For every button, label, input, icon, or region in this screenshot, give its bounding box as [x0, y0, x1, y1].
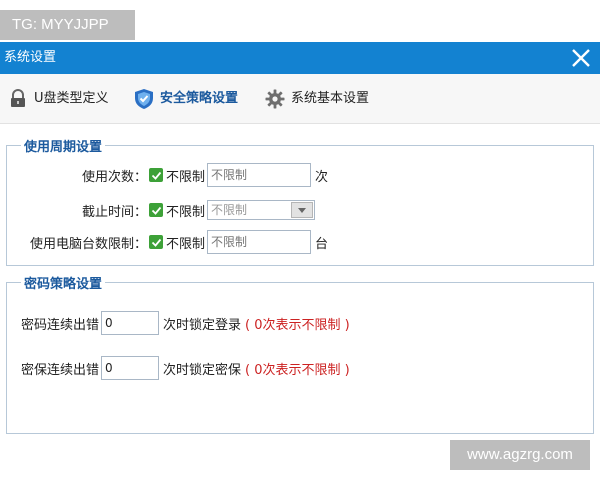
close-icon[interactable] — [570, 47, 592, 69]
security-question-error-suffix: 次时锁定密保 — [163, 362, 242, 378]
usage-count-unit: 次 — [315, 169, 329, 185]
tab-basic-settings[interactable]: 系统基本设置 — [265, 74, 369, 124]
watermark-bottom: www.agzrg.com — [450, 440, 590, 470]
usage-count-input[interactable] — [207, 163, 312, 187]
tab-usb-type[interactable]: U盘类型定义 — [8, 74, 109, 124]
password-policy-panel: 密码策略设置 密码连续出错 次时锁定登录 ( 0次表示不限制 ) 密保连续出错 … — [6, 273, 594, 434]
security-question-error-input[interactable] — [101, 356, 160, 380]
password-error-label: 密码连续出错 — [21, 317, 100, 333]
chevron-down-icon — [298, 208, 307, 213]
check-icon — [151, 171, 161, 180]
window-title: 系统设置 — [4, 50, 57, 65]
lock-icon — [11, 89, 25, 107]
tab-security-policy-label: 安全策略设置 — [160, 91, 239, 106]
deadline-select-value: 不限制 — [211, 203, 248, 217]
security-question-error-hint: ( 0次表示不限制 ) — [245, 362, 350, 378]
security-question-error-label: 密保连续出错 — [21, 362, 100, 378]
usage-count-label: 使用次数： — [81, 169, 147, 185]
tab-security-policy[interactable]: 安全策略设置 — [134, 74, 238, 124]
password-error-row: 密码连续出错 次时锁定登录 ( 0次表示不限制 ) — [21, 311, 350, 335]
gear-icon — [265, 89, 285, 109]
tab-usb-type-label: U盘类型定义 — [34, 91, 109, 106]
password-error-suffix: 次时锁定登录 — [163, 317, 242, 333]
tab-basic-settings-label: 系统基本设置 — [291, 91, 370, 106]
deadline-checkbox-label: 不限制 — [166, 204, 206, 220]
usage-period-legend: 使用周期设置 — [21, 136, 106, 155]
dropdown-arrow[interactable] — [291, 202, 314, 218]
password-error-input[interactable] — [101, 311, 160, 335]
pc-limit-unit: 台 — [315, 236, 329, 252]
pc-limit-checkbox[interactable] — [149, 235, 163, 249]
security-question-error-row: 密保连续出错 次时锁定密保 ( 0次表示不限制 ) — [21, 356, 350, 380]
deadline-checkbox[interactable] — [149, 203, 163, 217]
password-policy-legend: 密码策略设置 — [21, 273, 106, 292]
check-icon — [151, 238, 161, 247]
usage-count-checkbox-label: 不限制 — [166, 169, 206, 185]
shield-icon — [135, 89, 153, 109]
usage-count-checkbox[interactable] — [149, 168, 163, 182]
usage-period-panel: 使用周期设置 使用次数： 不限制 次 截止时间： 不限制 不限制 使用电脑台数限… — [6, 136, 594, 266]
deadline-row: 截止时间： 不限制 不限制 — [7, 198, 316, 222]
usage-count-row: 使用次数： 不限制 次 — [7, 163, 328, 187]
title-bar: 系统设置 — [0, 42, 600, 74]
deadline-select[interactable]: 不限制 — [207, 200, 316, 220]
pc-limit-label: 使用电脑台数限制： — [29, 236, 147, 252]
check-icon — [151, 206, 161, 215]
deadline-label: 截止时间： — [81, 204, 147, 220]
pc-limit-checkbox-label: 不限制 — [166, 236, 206, 252]
pc-limit-row: 使用电脑台数限制： 不限制 台 — [7, 230, 328, 254]
toolbar: U盘类型定义 安全策略设置 系统基本设置 — [0, 74, 600, 124]
watermark-top: TG: MYYJJPP — [0, 10, 135, 40]
pc-limit-input[interactable] — [207, 230, 312, 254]
password-error-hint: ( 0次表示不限制 ) — [245, 317, 350, 333]
